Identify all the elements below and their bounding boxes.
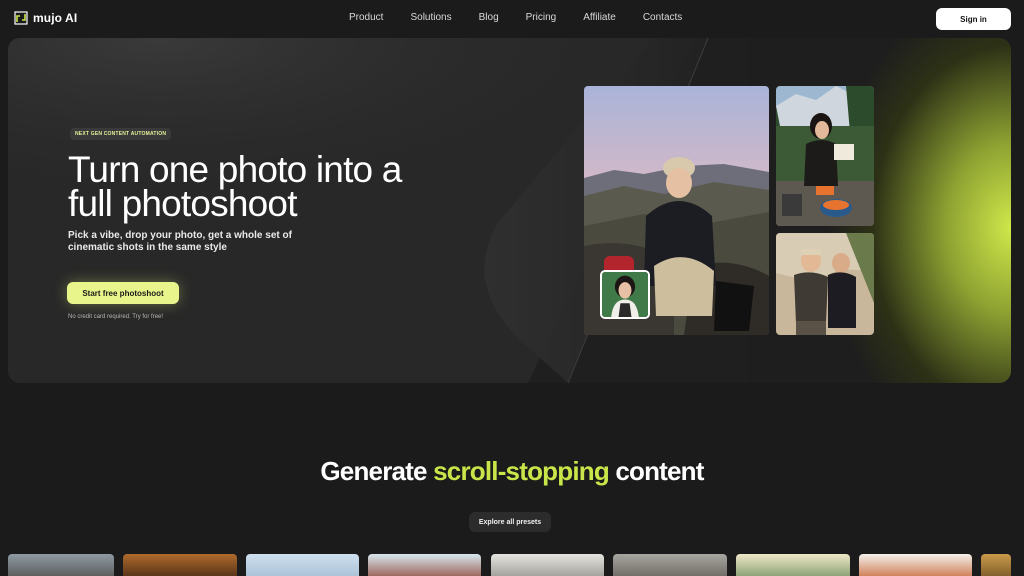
hero-section: NEXT GEN CONTENT AUTOMATION Turn one pho… [8,38,1011,383]
nav-link-contacts[interactable]: Contacts [643,12,682,23]
hero-title: Turn one photo into a full photoshoot [68,149,402,224]
nav-link-blog[interactable]: Blog [479,12,499,23]
preset-thumbnail[interactable] [736,554,850,576]
nav-link-product[interactable]: Product [349,12,383,23]
photo-inset-portrait [600,270,650,319]
section-title-accent: scroll-stopping [433,456,610,486]
explore-all-presets-button[interactable]: Explore all presets [469,512,551,532]
sign-in-button[interactable]: Sign in [936,8,1011,30]
logo-text: mujo AI [33,11,78,25]
preset-thumbnail[interactable] [368,554,481,576]
preset-thumbnail[interactable] [981,554,1011,576]
hero-note: No credit card required. Try for free! [68,314,164,320]
section-title-start: Generate [320,456,434,486]
preset-thumbnail[interactable] [246,554,359,576]
start-free-photoshoot-button[interactable]: Start free photoshoot [67,282,179,304]
preset-thumbnail[interactable] [491,554,604,576]
mujo-logo-icon [14,11,28,25]
preset-thumbnail[interactable] [613,554,727,576]
preset-thumbnail[interactable] [859,554,972,576]
nav-links: Product Solutions Blog Pricing Affiliate… [349,12,682,23]
brand-logo[interactable]: mujo AI [14,11,77,25]
photo-friends-hiking [776,233,874,335]
photo-picnic-forest [776,86,874,226]
preset-thumbnail[interactable] [123,554,237,576]
top-navigation: mujo AI Product Solutions Blog Pricing A… [0,0,1024,38]
nav-link-affiliate[interactable]: Affiliate [583,12,616,23]
hero-subtitle: Pick a vibe, drop your photo, get a whol… [68,230,292,253]
preset-thumbnail[interactable] [8,554,114,576]
hero-badge: NEXT GEN CONTENT AUTOMATION [70,128,172,140]
preset-thumbnails [0,554,1024,576]
nav-link-solutions[interactable]: Solutions [410,12,451,23]
section-title-end: content [608,456,704,486]
nav-link-pricing[interactable]: Pricing [526,12,557,23]
section-title: Generate scroll-stopping content [0,456,1024,487]
